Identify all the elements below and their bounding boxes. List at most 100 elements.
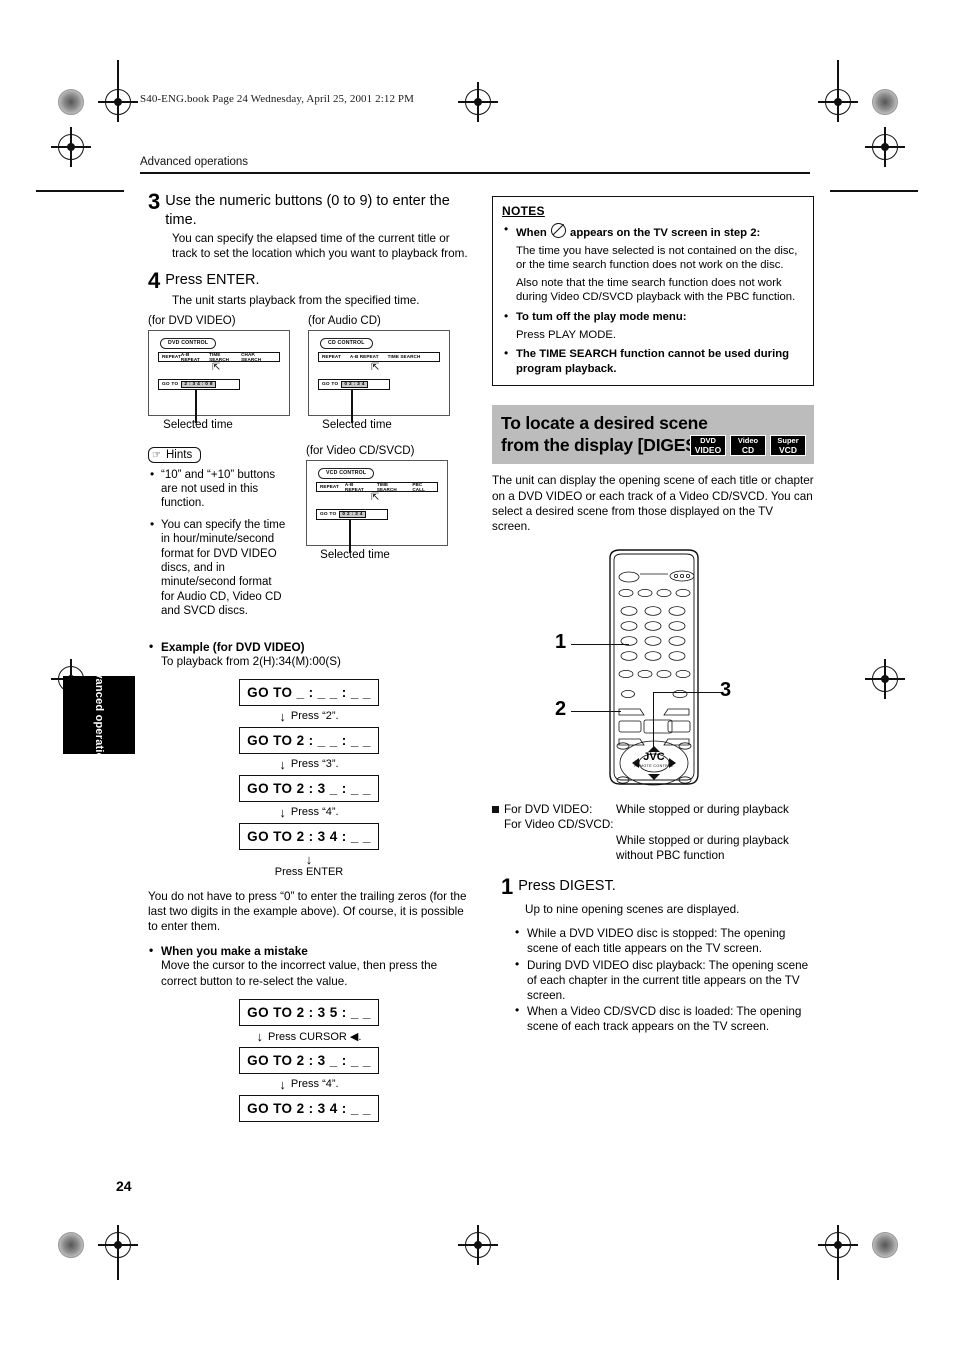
vcd-goto-bar: GO TO 0 2 : 3 4 <box>316 508 388 520</box>
cd-goto-label: GO TO <box>322 381 339 387</box>
callout-2: 2 <box>555 698 567 721</box>
dvd-goto-label: GO TO <box>162 381 179 387</box>
figure-video-cd-svcd: (for Video CD/SVCD) VCD CONTROL REPEAT A… <box>306 445 448 561</box>
down-arrow-icon: ↓ <box>279 1076 286 1092</box>
notes-header: NOTES <box>502 204 545 218</box>
hand-pointer-icon: ☞ <box>152 449 161 461</box>
crop-line-top-left-v <box>117 60 119 96</box>
dvd-menu-repeat: REPEAT <box>162 354 181 360</box>
availability-value-dvd: While stopped or during playback <box>616 803 789 817</box>
note-item: To tum off the play mode menu: Press PLA… <box>502 309 803 342</box>
sequence-action-label: Press “2”. <box>290 710 339 723</box>
figure-audio-cd: (for Audio CD) CD CONTROL REPEAT A-B REP… <box>308 315 450 431</box>
mistake-sequence: GO TO 2 : 3 5 : _ _ ↓ Press CURSOR ◀. GO … <box>148 998 470 1122</box>
section-tab-label: Advanced operations <box>93 657 105 773</box>
badge-line-2: VIDEO <box>694 444 722 455</box>
mouse-cursor-icon: ⇱ <box>371 361 380 373</box>
step-3-body: You can specify the elapsed time of the … <box>172 232 468 261</box>
dvd-leader-line <box>195 389 197 423</box>
callout-3-line-vertical <box>653 692 655 749</box>
vcd-menu-pbc-call: PBC CALL <box>412 481 425 492</box>
vcd-leader-line <box>349 519 351 553</box>
cd-goto-value: 0 2 : 3 4 <box>341 380 368 388</box>
cd-selected-time-caption: Selected time <box>322 418 392 431</box>
remote-control-illustration: JVC JVC REMOTE CONTROL 1 2 3 <box>492 546 814 807</box>
square-bullet-icon <box>492 806 499 814</box>
cd-goto-bar: GO TO 0 2 : 3 4 <box>318 378 390 390</box>
disc-type-badges: DVD VIDEO Video CD Super VCD <box>690 435 806 457</box>
section-tab: Advanced operations <box>63 657 135 773</box>
mouse-cursor-icon: ⇱ <box>371 491 380 503</box>
goto-display-text: GO TO 2 : 3 4 : _ _ <box>247 1100 371 1116</box>
callout-3: 3 <box>720 679 732 702</box>
dvd-control-pill: DVD CONTROL <box>160 337 217 349</box>
digest-step-1-number: 1 <box>501 873 514 899</box>
hint-item: You can specify the time in hour/minute/… <box>148 517 288 619</box>
right-column: NOTES When appears on the TV screen in s… <box>492 196 814 1036</box>
note-heading: When appears on the TV screen in step 2: <box>516 223 803 241</box>
figure-dvd-caption: (for DVD VIDEO) <box>148 314 236 327</box>
vcd-goto-value: 0 2 : 3 4 <box>339 510 366 518</box>
mistake-heading: When you make a mistake <box>148 943 470 958</box>
sequence-action-label: Press “4”. <box>290 806 339 819</box>
callout-2-line <box>571 711 621 713</box>
availability-label-dvd: For DVD VIDEO: <box>504 803 593 817</box>
example-subtitle: To playback from 2(H):34(M):00(S) <box>161 654 341 668</box>
goto-display-box: GO TO 2 : 3 4 : _ _ <box>239 822 379 850</box>
registration-mark-top-center <box>458 82 498 122</box>
digest-bullet: When a Video CD/SVCD disc is loaded: The… <box>514 1003 814 1034</box>
badge-video-cd: Video CD <box>730 435 766 457</box>
registration-mark-right-bottom <box>865 659 905 699</box>
goto-display-text: GO TO 2 : 3 _ : _ _ <box>247 1052 371 1068</box>
hints-list: “10” and “+10” buttons are not used in t… <box>148 467 288 619</box>
vcd-menu-time-search: TIME SEARCH <box>376 481 397 492</box>
prohibited-symbol-icon <box>550 223 566 238</box>
digest-step-1: 1 Press DIGEST. <box>501 873 814 899</box>
callout-1-line <box>571 644 629 646</box>
cd-leader-line <box>351 389 353 423</box>
dvd-menu-chap-search: CHAP. SEARCH <box>241 351 262 362</box>
note-paragraph: Press PLAY MODE. <box>516 328 617 341</box>
digest-bullet: While a DVD VIDEO disc is stopped: The o… <box>514 925 814 956</box>
print-control-dot-bottom-right <box>872 1232 898 1258</box>
sequence-action: ↓ Press CURSOR ◀. <box>148 1026 470 1047</box>
vcd-menu-repeat: REPEAT <box>320 484 339 490</box>
print-control-dot-bottom-left <box>58 1232 84 1258</box>
print-control-dot-top-left <box>58 89 84 115</box>
down-arrow-icon: ↓ <box>279 804 286 820</box>
goto-display-box: GO TO 2 : 3 _ : _ _ <box>239 1046 379 1074</box>
goto-display-text: GO TO 2 : _ _ : _ _ <box>247 732 371 748</box>
goto-display-box: GO TO _ : _ _ : _ _ <box>239 678 379 706</box>
manual-page: S40-ENG.book Page 24 Wednesday, April 25… <box>0 0 954 1351</box>
mistake-body: Move the cursor to the incorrect value, … <box>161 959 438 988</box>
step-4-title: Press ENTER. <box>165 272 260 289</box>
note-heading: To tum off the play mode menu: <box>516 310 687 323</box>
step-3: 3 Use the numeric buttons (0 to 9) to en… <box>148 191 470 229</box>
figure-dvd-video: (for DVD VIDEO) DVD CONTROL REPEAT A-B R… <box>148 315 290 431</box>
availability-row-vcd: For Video CD/SVCD: <box>504 817 814 832</box>
goto-display-box: GO TO 2 : 3 5 : _ _ <box>239 998 379 1026</box>
dvd-control-panel: DVD CONTROL REPEAT A-B REPEAT TIME SEARC… <box>148 329 290 423</box>
registration-mark-left-top <box>51 127 91 167</box>
figure-row-dvd-cd: (for DVD VIDEO) DVD CONTROL REPEAT A-B R… <box>148 315 470 431</box>
availability-label-vcd: For Video CD/SVCD: <box>504 818 614 832</box>
vcd-control-pill: VCD CONTROL <box>318 467 375 479</box>
availability-value-row-vcd: While stopped or during playback without… <box>616 833 814 863</box>
goto-display-text: GO TO _ : _ _ : _ _ <box>247 684 371 700</box>
down-arrow-icon: ↓ <box>279 708 286 724</box>
goto-display-box: GO TO 2 : _ _ : _ _ <box>239 726 379 754</box>
dvd-goto-bar: GO TO 2 : 3 4 : 0 8 <box>158 378 240 390</box>
file-header-stamp: S40-ENG.book Page 24 Wednesday, April 25… <box>140 93 415 105</box>
example-sequence: GO TO _ : _ _ : _ _ ↓ Press “2”. GO TO 2 … <box>148 678 470 879</box>
sequence-action-label: Press “4”. <box>290 1078 339 1091</box>
step-4-body: The unit starts playback from the specif… <box>172 294 420 308</box>
note-paragraph: Also note that the time search function … <box>516 276 796 304</box>
remote-brand-label: JVC <box>643 751 665 764</box>
cd-menu-time-search: TIME SEARCH <box>387 354 421 360</box>
running-head: Advanced operations <box>140 156 249 168</box>
sequence-action: ↓ Press “4”. <box>148 1074 470 1095</box>
digest-intro: The unit can display the opening scene o… <box>492 474 814 533</box>
goto-display-text: GO TO 2 : 3 4 : _ _ <box>247 828 371 844</box>
crop-line-top-right-h <box>830 190 918 192</box>
sequence-action-label: Press “3”. <box>290 758 339 771</box>
